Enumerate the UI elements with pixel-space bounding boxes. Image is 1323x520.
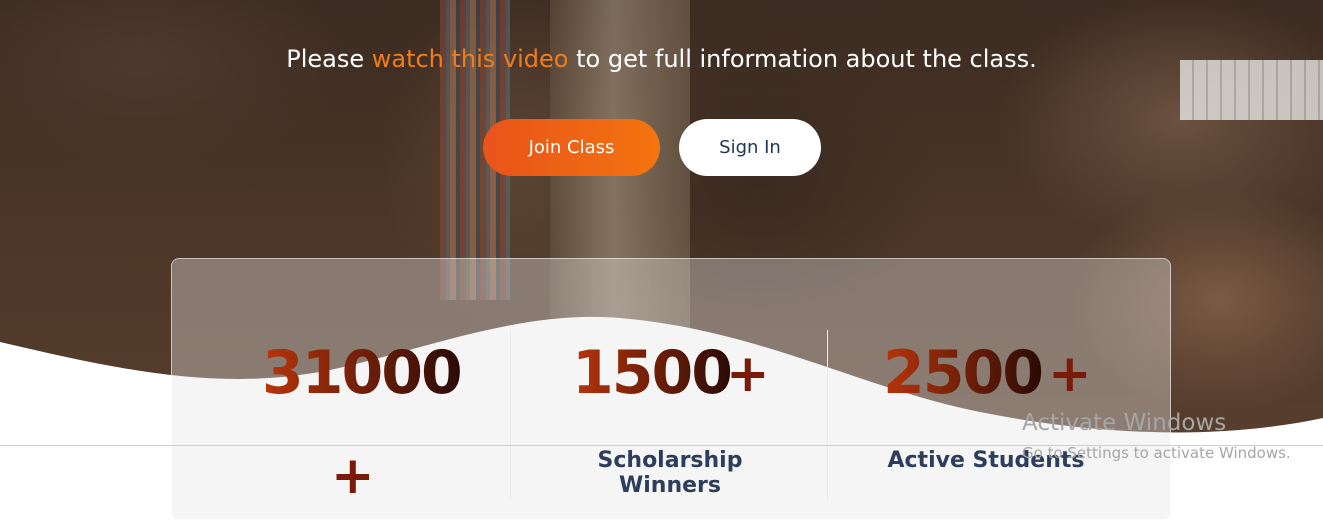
stat-divider — [827, 330, 828, 500]
stat-divider — [510, 330, 511, 500]
stat-label-scholarship: Scholarship Winners — [597, 448, 743, 498]
stat-plus-active-students: + — [1048, 344, 1092, 404]
stat-number-scholarship: 1500 — [572, 338, 733, 408]
subtitle-text-before: Please — [286, 45, 372, 73]
hero-subtitle: Please watch this video to get full info… — [0, 45, 1323, 73]
stat-number-students-total: 31000 — [262, 338, 463, 408]
stat-plus-students-total: + — [331, 446, 375, 506]
watch-video-link[interactable]: watch this video — [372, 45, 569, 73]
windows-activation-title: Activate Windows — [1022, 410, 1227, 436]
stat-number-active-students: 2500 — [883, 338, 1044, 408]
windows-activation-subtitle: Go to Settings to activate Windows. — [1022, 444, 1291, 462]
stat-plus-scholarship: + — [726, 344, 770, 404]
sign-in-button[interactable]: Sign In — [679, 119, 821, 176]
subtitle-text-after: to get full information about the class. — [568, 45, 1037, 73]
join-class-button[interactable]: Join Class — [483, 119, 660, 176]
